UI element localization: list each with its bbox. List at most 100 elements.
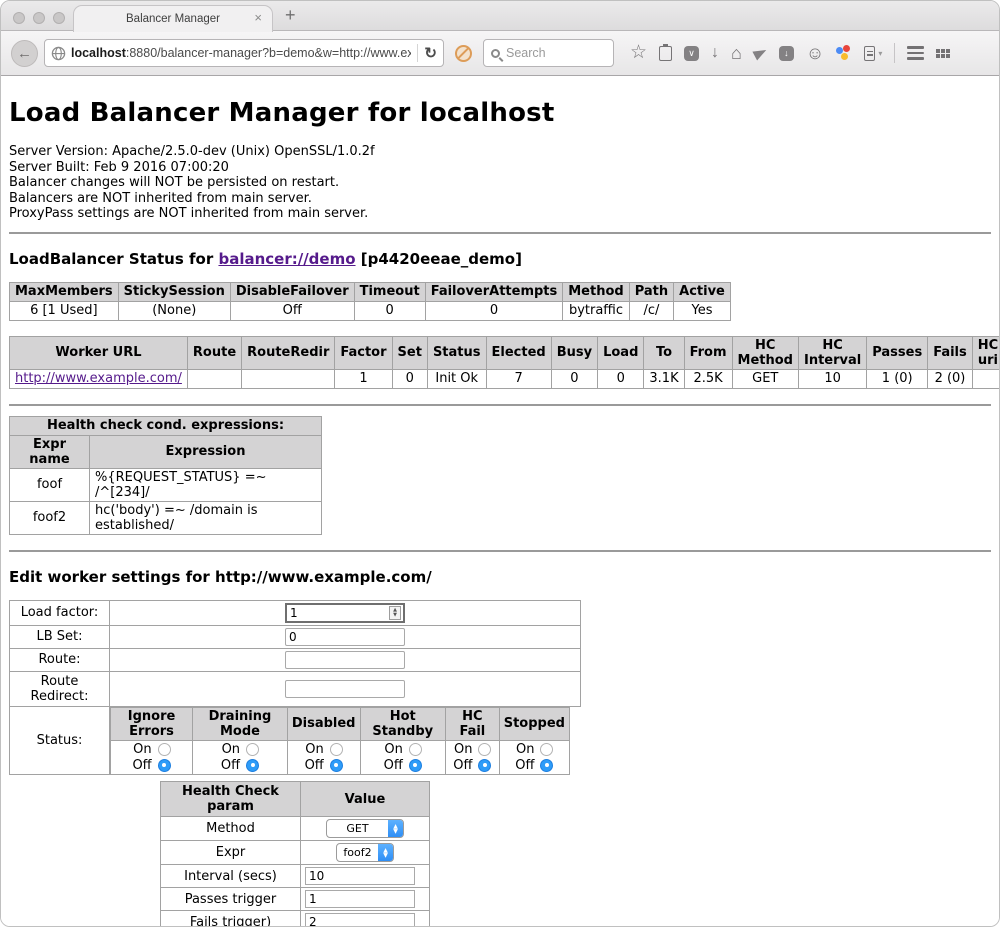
column-header: From (684, 336, 732, 369)
server-info: Server Version: Apache/2.5.0-dev (Unix) … (9, 144, 991, 222)
hot-standby-on-radio[interactable] (409, 743, 422, 756)
ignore-errors-on-radio[interactable] (158, 743, 171, 756)
method-select[interactable]: GET▲▼ (326, 819, 404, 838)
site-identity-globe-icon (51, 46, 66, 61)
close-window-button[interactable] (13, 12, 25, 24)
menu-icon[interactable] (907, 46, 924, 60)
route-redirect-input[interactable] (285, 680, 405, 698)
disabled-off-radio[interactable] (330, 759, 343, 772)
table-header-row: Expr name Expression (10, 435, 322, 468)
draining-mode-on-radio[interactable] (246, 743, 259, 756)
url-text[interactable]: localhost:8880/balancer-manager?b=demo&w… (71, 46, 411, 60)
expr-select[interactable]: foof2▲▼ (336, 843, 394, 862)
hot-standby-off-radio[interactable] (409, 759, 422, 772)
url-bar[interactable]: localhost:8880/balancer-manager?b=demo&w… (44, 39, 444, 67)
column-header: FailoverAttempts (425, 282, 563, 301)
number-spinner-icon[interactable]: ▲▼ (389, 606, 401, 620)
expression-cell: hc('body') =~ /domain is established/ (90, 501, 322, 534)
on-label: On (222, 742, 240, 757)
tab-close-icon[interactable]: × (254, 11, 262, 24)
form-row-route-redirect: Route Redirect: (10, 671, 581, 706)
column-header: Status (427, 336, 486, 369)
table-cell: 10 (798, 369, 866, 388)
tiles-icon[interactable] (936, 49, 950, 58)
search-icon (491, 49, 500, 58)
column-header: Stopped (499, 707, 569, 740)
select-arrows-icon: ▲▼ (388, 820, 403, 837)
tab-bar: Balancer Manager × + (1, 1, 999, 31)
pocket-icon[interactable]: ∨ (684, 46, 699, 61)
reload-icon[interactable]: ↻ (424, 44, 437, 62)
tab-balancer-manager[interactable]: Balancer Manager × (73, 5, 273, 32)
navigation-toolbar: ← localhost:8880/balancer-manager?b=demo… (1, 31, 999, 76)
url-divider (417, 44, 418, 62)
table-cell: http://www.example.com/ (10, 369, 188, 388)
stopped-on-radio[interactable] (540, 743, 553, 756)
downloads-icon[interactable]: ↓ (711, 45, 719, 61)
feedback-smiley-icon[interactable]: ☺ (806, 45, 824, 61)
draining-mode-off-radio[interactable] (246, 759, 259, 772)
table-cell: 0 (354, 301, 425, 320)
table-cell: 2.5K (684, 369, 732, 388)
column-header: Worker URL (10, 336, 188, 369)
load-factor-input[interactable] (285, 603, 405, 623)
table-cell: /c/ (629, 301, 673, 320)
passes-input[interactable] (305, 890, 415, 908)
home-icon[interactable]: ⌂ (731, 45, 742, 61)
table-cell: 0 (392, 369, 427, 388)
table-cell: 0 (551, 369, 597, 388)
lb-set-input[interactable] (285, 628, 405, 646)
stopped-off-radio[interactable] (540, 759, 553, 772)
on-label: On (516, 742, 534, 757)
column-header: To (644, 336, 684, 369)
column-header: HC uri (972, 336, 999, 369)
expression-cell: %{REQUEST_STATUS} =~ /^[234]/ (90, 468, 322, 501)
hc-fail-on-radio[interactable] (478, 743, 491, 756)
server-version-line: Server Version: Apache/2.5.0-dev (Unix) … (9, 144, 991, 160)
form-row-lb-set: LB Set: (10, 625, 581, 648)
reading-list-icon[interactable] (659, 46, 672, 61)
edit-worker-form: Load factor: ▲▼ LB Set: Route: Route Red… (9, 600, 581, 927)
share-dots-icon[interactable] (836, 45, 852, 61)
status-radio-row: On Off On Off On Off (111, 740, 570, 774)
column-header: HC Interval (798, 336, 866, 369)
column-header: Expression (90, 435, 322, 468)
search-bar[interactable]: Search (483, 39, 614, 67)
content-blocker-icon[interactable] (455, 45, 472, 62)
bookmark-star-icon[interactable]: ☆ (630, 45, 647, 61)
lb-set-label: LB Set: (10, 625, 110, 648)
tab-title: Balancer Manager (126, 13, 220, 25)
column-header: Hot Standby (360, 707, 446, 740)
save-page-icon[interactable]: ↓ (779, 46, 794, 61)
route-label: Route: (10, 648, 110, 671)
column-header: DisableFailover (230, 282, 354, 301)
send-tab-icon[interactable] (752, 46, 768, 61)
worker-url-link[interactable]: http://www.example.com/ (15, 371, 182, 386)
form-row-status: Status: Ignore Errors Draining Mode Disa… (10, 706, 581, 775)
disabled-on-radio[interactable] (330, 743, 343, 756)
column-header: Draining Mode (193, 707, 288, 740)
fails-input[interactable] (305, 913, 415, 927)
proxypass-note-line: ProxyPass settings are NOT inherited fro… (9, 206, 991, 222)
table-cell: 2 (0) (928, 369, 973, 388)
ignore-errors-off-radio[interactable] (158, 759, 171, 772)
select-arrows-icon: ▲▼ (378, 844, 393, 861)
table-cell (972, 369, 999, 388)
route-input[interactable] (285, 651, 405, 669)
minimize-window-button[interactable] (33, 12, 45, 24)
back-button[interactable]: ← (11, 40, 38, 67)
hc-fail-off-radio[interactable] (478, 759, 491, 772)
column-header: Expr name (10, 435, 90, 468)
table-header-row: MaxMembers StickySession DisableFailover… (10, 282, 731, 301)
table-row: Expr foof2▲▼ (161, 841, 430, 865)
container-menu[interactable]: ▾ (864, 46, 882, 61)
table-row: Interval (secs) (161, 865, 430, 888)
table-title: Health check cond. expressions: (10, 416, 322, 435)
worker-table: Worker URL Route RouteRedir Factor Set S… (9, 336, 999, 389)
interval-input[interactable] (305, 867, 415, 885)
form-row-health-check: Health Check param Value Method GET▲▼ Ex… (10, 775, 581, 927)
window-controls[interactable] (13, 12, 65, 24)
new-tab-button[interactable]: + (285, 5, 296, 26)
balancer-demo-link[interactable]: balancer://demo (218, 250, 355, 268)
zoom-window-button[interactable] (53, 12, 65, 24)
